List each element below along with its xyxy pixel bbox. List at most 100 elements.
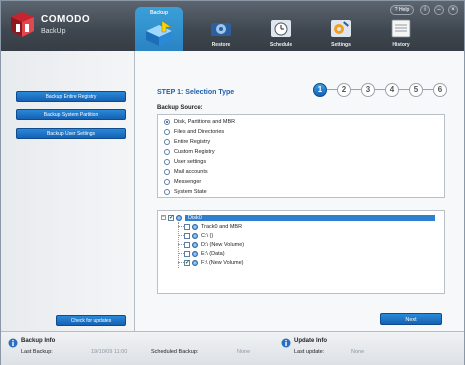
info-button[interactable]: i bbox=[420, 5, 430, 15]
tree-item-label: Track0 and MBR bbox=[201, 223, 243, 230]
drive-icon bbox=[192, 259, 198, 266]
radio-icon[interactable] bbox=[164, 169, 170, 175]
sidebar: Backup Entire Registry Backup System Par… bbox=[1, 51, 135, 331]
backup-user-settings-button[interactable]: Backup User Settings bbox=[16, 128, 126, 139]
help-button[interactable]: ? Help bbox=[390, 5, 414, 15]
update-info-title: Update Info bbox=[294, 338, 327, 344]
source-option-messenger[interactable]: Messenger bbox=[164, 177, 201, 187]
tree-item-label: E:\ (Data) bbox=[201, 250, 225, 257]
radio-icon[interactable] bbox=[164, 189, 170, 195]
last-update-label: Last update: bbox=[294, 349, 325, 355]
brand-name: COMODO bbox=[41, 14, 91, 25]
radio-icon[interactable] bbox=[164, 179, 170, 185]
tree-item-e[interactable]: E:\ (Data) bbox=[184, 249, 225, 258]
source-option-system-state[interactable]: System State bbox=[164, 187, 207, 197]
tree-item-d[interactable]: D:\ (New Volume) bbox=[184, 240, 244, 249]
restore-icon bbox=[211, 23, 231, 36]
tree-item-c[interactable]: C:\ () bbox=[184, 231, 213, 240]
disk-icon bbox=[176, 214, 182, 221]
radio-icon[interactable] bbox=[164, 129, 170, 135]
collapse-icon[interactable]: − bbox=[161, 215, 166, 220]
step-indicator: 1 2 3 4 5 6 bbox=[313, 83, 453, 97]
tree-root-row[interactable]: − ✓ Disk0 bbox=[161, 213, 435, 222]
next-button[interactable]: Next bbox=[380, 313, 442, 325]
history-icon bbox=[391, 19, 411, 38]
source-label: Entire Registry bbox=[174, 139, 211, 145]
backup-system-partition-button[interactable]: Backup System Partition bbox=[16, 109, 126, 120]
drive-icon bbox=[192, 232, 198, 239]
app-window: COMODO BackUp Backup Restore Schedule Se… bbox=[0, 0, 465, 365]
tree-item-track0[interactable]: Track0 and MBR bbox=[184, 222, 242, 231]
tab-settings[interactable]: Settings bbox=[317, 13, 365, 51]
checkbox[interactable] bbox=[184, 241, 190, 248]
source-option-mail[interactable]: Mail accounts bbox=[164, 167, 208, 177]
checkbox[interactable] bbox=[184, 250, 190, 257]
backup-source-list: Disk, Partitions and MBR Files and Direc… bbox=[157, 114, 445, 198]
source-option-user-settings[interactable]: User settings bbox=[164, 157, 206, 167]
radio-icon[interactable] bbox=[164, 159, 170, 165]
schedule-icon bbox=[271, 20, 291, 37]
status-footer: Backup Info Last Backup: 19/10/09 11:00 … bbox=[1, 331, 464, 365]
last-backup-value: 19/10/09 11:00 bbox=[91, 349, 128, 355]
tree-item-label: D:\ (New Volume) bbox=[201, 241, 245, 248]
partition-icon bbox=[192, 223, 198, 230]
source-label: Files and Directories bbox=[174, 129, 225, 135]
checkbox[interactable] bbox=[184, 223, 190, 230]
close-button[interactable]: × bbox=[448, 5, 458, 15]
update-info-icon bbox=[281, 338, 291, 348]
source-label: Mail accounts bbox=[174, 169, 208, 175]
tree-item-label: F:\ (New Volume) bbox=[201, 259, 244, 266]
window-controls: ? Help i – × bbox=[378, 5, 458, 15]
tab-restore-label: Restore bbox=[211, 42, 231, 48]
scheduled-backup-value: None bbox=[237, 349, 251, 355]
last-backup-label: Last Backup: bbox=[21, 349, 53, 355]
tree-item-label: C:\ () bbox=[201, 232, 214, 239]
settings-icon bbox=[331, 20, 351, 37]
comodo-logo-icon bbox=[11, 12, 34, 37]
backup-info-icon bbox=[8, 338, 18, 348]
step-6: 6 bbox=[433, 83, 447, 97]
backup-entire-registry-button[interactable]: Backup Entire Registry bbox=[16, 91, 126, 102]
backup-info-title: Backup Info bbox=[21, 338, 56, 344]
wizard-panel: STEP 1: Selection Type 1 2 3 4 5 6 Backu… bbox=[135, 51, 464, 331]
last-update-value: None bbox=[351, 349, 365, 355]
product-name: BackUp bbox=[41, 28, 66, 35]
radio-icon[interactable] bbox=[164, 119, 170, 125]
checkbox[interactable]: ✓ bbox=[168, 214, 174, 221]
step-5: 5 bbox=[409, 83, 423, 97]
source-option-disk[interactable]: Disk, Partitions and MBR bbox=[164, 117, 235, 127]
tab-history[interactable]: History bbox=[377, 13, 425, 51]
tab-schedule-label: Schedule bbox=[269, 42, 293, 48]
source-option-custom-registry[interactable]: Custom Registry bbox=[164, 147, 215, 157]
disk-tree: − ✓ Disk0 Track0 and MBR C:\ () D:\ (New… bbox=[157, 210, 445, 294]
checkbox[interactable]: ✓ bbox=[184, 259, 190, 266]
source-label: Custom Registry bbox=[174, 149, 215, 155]
step-3: 3 bbox=[361, 83, 375, 97]
help-label: Help bbox=[398, 7, 410, 13]
source-label: System State bbox=[174, 189, 207, 195]
app-header: COMODO BackUp Backup Restore Schedule Se… bbox=[1, 1, 464, 53]
source-label: User settings bbox=[174, 159, 207, 165]
scheduled-backup-label: Scheduled Backup: bbox=[151, 349, 199, 355]
backup-icon bbox=[146, 20, 172, 46]
tab-schedule[interactable]: Schedule bbox=[257, 13, 305, 51]
check-updates-button[interactable]: Check for updates bbox=[56, 315, 126, 326]
tree-item-f[interactable]: ✓ F:\ (New Volume) bbox=[184, 258, 243, 267]
tab-backup[interactable]: Backup bbox=[135, 7, 183, 53]
tab-backup-label: Backup bbox=[149, 10, 169, 16]
drive-icon bbox=[192, 250, 198, 257]
step-1: 1 bbox=[313, 83, 327, 97]
backup-source-label: Backup Source: bbox=[157, 105, 203, 111]
tab-restore[interactable]: Restore bbox=[197, 13, 245, 51]
tab-settings-label: Settings bbox=[331, 42, 351, 48]
source-option-entire-registry[interactable]: Entire Registry bbox=[164, 137, 210, 147]
radio-icon[interactable] bbox=[164, 149, 170, 155]
minimize-button[interactable]: – bbox=[434, 5, 444, 15]
radio-icon[interactable] bbox=[164, 139, 170, 145]
source-option-files[interactable]: Files and Directories bbox=[164, 127, 224, 137]
source-label: Disk, Partitions and MBR bbox=[174, 119, 236, 125]
checkbox[interactable] bbox=[184, 232, 190, 239]
drive-icon bbox=[192, 241, 198, 248]
step-2: 2 bbox=[337, 83, 351, 97]
tab-history-label: History bbox=[392, 42, 410, 48]
